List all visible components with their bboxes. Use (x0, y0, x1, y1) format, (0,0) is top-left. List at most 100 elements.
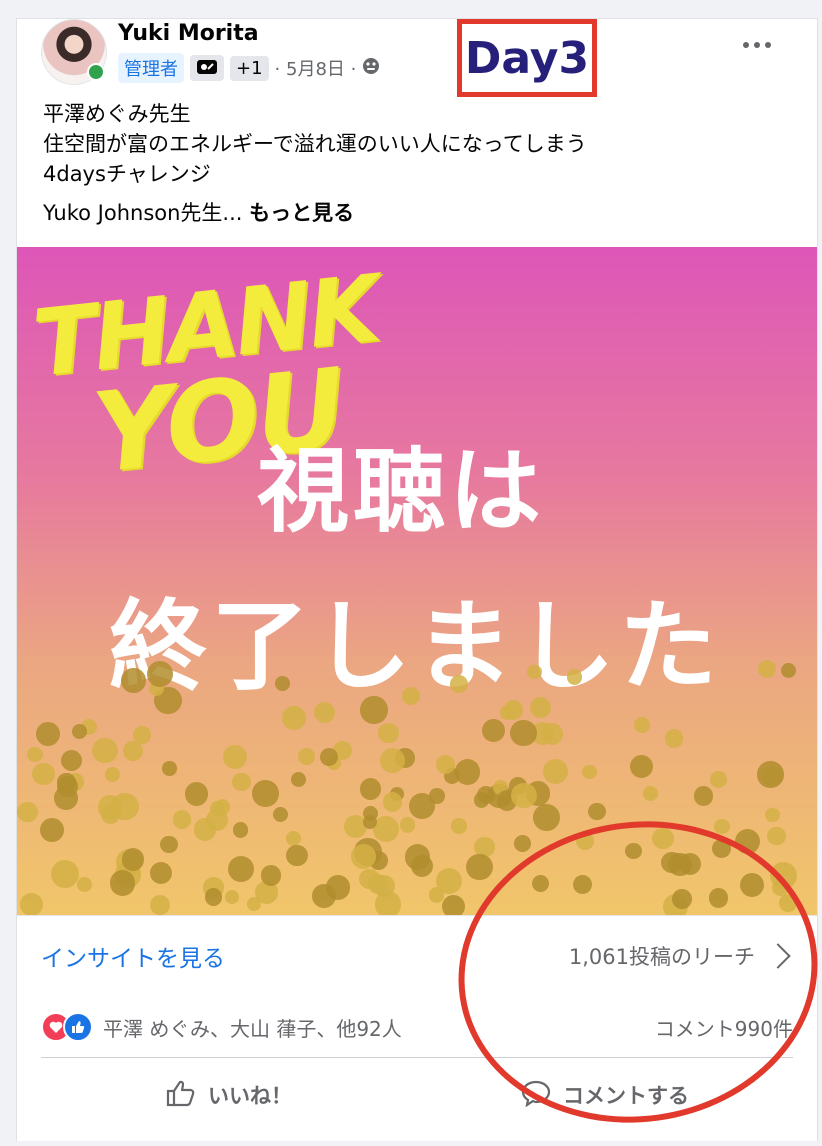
gold-dot (714, 818, 730, 834)
gold-dot (313, 701, 335, 723)
gold-dot (633, 716, 650, 733)
gold-dot (465, 853, 493, 881)
image-headline-1: 視聴は (257, 438, 546, 545)
post-meta: 管理者 +1 · 5月8日 · (118, 53, 380, 83)
gold-dot (351, 844, 377, 869)
see-more-link[interactable]: もっと見る (249, 201, 354, 225)
gold-dot (225, 889, 240, 904)
gold-dot (232, 772, 251, 792)
gold-dot (500, 704, 516, 720)
truncated-text: Yuko Johnson先生... もっと見る (43, 197, 354, 227)
reach-link[interactable]: 1,061投稿のリーチ (568, 941, 791, 971)
gold-dot (449, 674, 469, 694)
gold-dot (372, 815, 400, 843)
gold-dot (533, 804, 561, 832)
gold-dot (193, 818, 217, 841)
reaction-icons (41, 1012, 93, 1042)
gold-dot (408, 792, 436, 820)
gold-dot (379, 748, 405, 774)
gold-dot (739, 873, 765, 898)
gold-dot (27, 746, 44, 763)
gold-dot (481, 718, 506, 743)
gold-dot (246, 896, 261, 911)
gold-dot (173, 810, 192, 829)
gold-dot (643, 786, 659, 802)
gold-dot (382, 792, 403, 812)
plus-badge[interactable]: +1 (230, 55, 269, 81)
comment-icon (521, 1079, 551, 1112)
insights-row: インサイトを見る 1,061投稿のリーチ (17, 915, 817, 996)
reactions-row: 平澤 めぐみ、大山 葎子、他92人 コメント990件 (41, 1005, 793, 1058)
gold-dot (362, 814, 377, 830)
post-image[interactable]: THANK YOU 視聴は 終了しました (17, 247, 817, 915)
gold-dot (765, 807, 780, 823)
gold-dot (184, 781, 209, 806)
comment-button[interactable]: コメントする (417, 1079, 793, 1112)
gold-dot (513, 835, 531, 853)
admin-badge[interactable]: 管理者 (118, 53, 184, 83)
gold-dot (428, 887, 445, 903)
gold-dot (510, 719, 538, 747)
day-annotation: Day3 (457, 19, 597, 97)
more-icon[interactable] (737, 33, 777, 57)
gold-dot (204, 888, 222, 906)
badge-icon[interactable] (190, 55, 224, 81)
like-label: いいね！ (208, 1084, 292, 1108)
like-button[interactable]: いいね！ (41, 1079, 417, 1112)
gold-dot (532, 874, 550, 892)
gold-dot (50, 860, 79, 888)
gold-dot (298, 748, 316, 766)
gold-dot (97, 794, 123, 820)
like-reaction-icon (63, 1012, 93, 1042)
gold-dot (451, 818, 467, 835)
gold-dot (282, 706, 306, 731)
gold-dot (511, 782, 537, 809)
comment-label: コメントする (563, 1084, 689, 1108)
insights-link[interactable]: インサイトを見る (41, 939, 225, 973)
gold-dot (442, 895, 466, 915)
gold-dot (92, 738, 118, 764)
gold-dot (132, 725, 151, 744)
gold-dot (767, 826, 786, 846)
post-text: 平澤めぐみ先生 住空間が富のエネルギーで溢れ運のいい人になってしまう 4days… (43, 99, 587, 189)
gold-dot (410, 854, 434, 877)
post-text-line: 平澤めぐみ先生 (43, 102, 191, 126)
author-name[interactable]: Yuki Morita (118, 21, 259, 46)
gold-dot (367, 873, 389, 894)
reactions-summary[interactable]: 平澤 めぐみ、大山 葎子、他92人 (41, 1012, 402, 1042)
gold-dot (121, 848, 144, 871)
post-date[interactable]: · 5月8日 · (275, 55, 357, 81)
action-bar: いいね！ コメントする (41, 1065, 793, 1125)
gold-dot (222, 744, 248, 769)
thumbs-up-icon (166, 1079, 196, 1112)
truncated-text-body: Yuko Johnson先生... (43, 201, 250, 225)
gold-dot (104, 767, 121, 783)
gold-dot (149, 861, 172, 884)
gold-dot (19, 893, 43, 915)
gold-dot (17, 802, 38, 823)
post-card: Yuki Morita 管理者 +1 · 5月8日 · Day3 平澤めぐみ先生… (16, 18, 818, 1141)
gold-dot (708, 888, 729, 908)
gold-dot (56, 772, 76, 792)
gold-dot (286, 844, 309, 867)
gold-dot (582, 765, 597, 780)
comment-count[interactable]: コメント990件 (655, 1013, 793, 1042)
gold-dot (780, 663, 796, 679)
chevron-right-icon (765, 943, 791, 969)
gold-dot (36, 721, 60, 746)
online-indicator (87, 63, 105, 81)
gold-dot (473, 792, 490, 808)
gold-dot (664, 728, 684, 748)
gold-dot (709, 770, 728, 789)
gold-dot (121, 668, 146, 693)
reactors-text: 平澤 めぐみ、大山 葎子、他92人 (103, 1016, 402, 1041)
gold-dot (252, 780, 279, 807)
gold-dot (274, 676, 290, 692)
gold-dot (588, 803, 606, 821)
gold-dot (711, 838, 731, 858)
reach-text: 1,061投稿のリーチ (568, 945, 755, 969)
gold-dot (77, 876, 93, 892)
gold-dot (360, 696, 388, 724)
gold-dot (757, 761, 784, 788)
gold-dot (149, 894, 171, 915)
